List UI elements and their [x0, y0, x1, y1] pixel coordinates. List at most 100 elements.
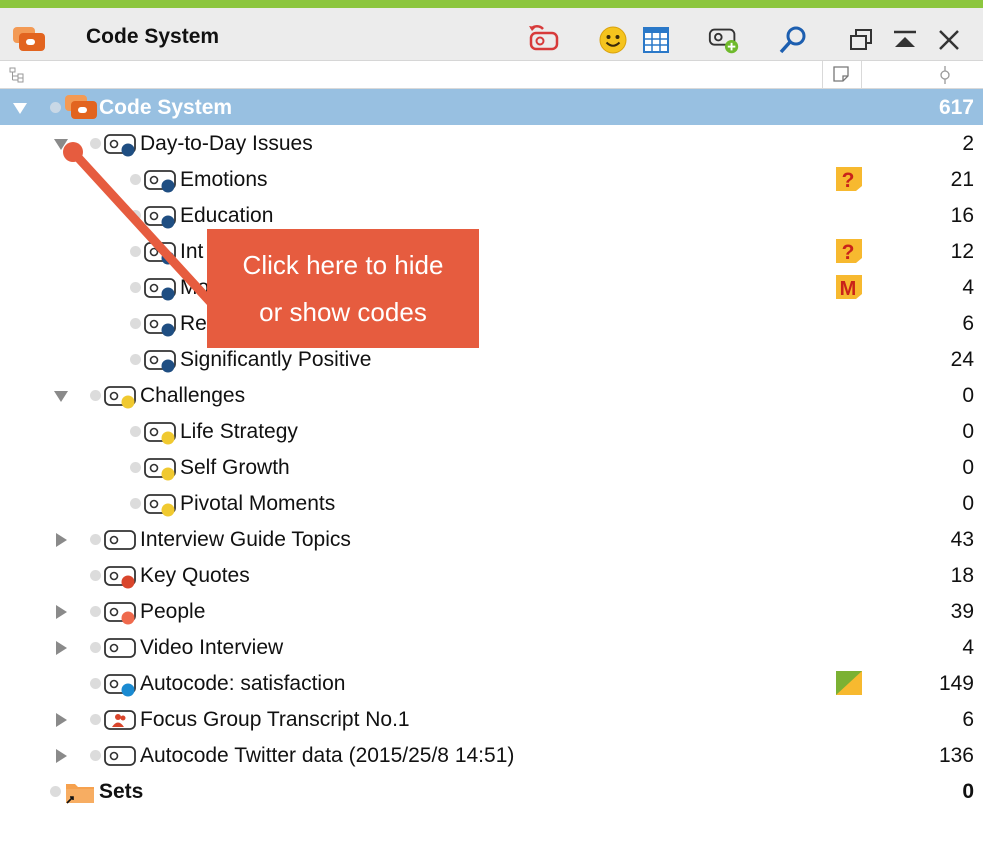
tree-row[interactable]: Pivotal Moments 0 — [0, 485, 983, 521]
code-label: Life Strategy — [180, 420, 298, 443]
tree-row[interactable]: Significantly Positive 24 — [0, 341, 983, 377]
code-count: 16 — [950, 204, 974, 227]
code-count: 24 — [950, 348, 974, 371]
green-memo-icon[interactable] — [835, 670, 863, 696]
column-separator[interactable] — [822, 61, 823, 88]
new-code-button[interactable] — [707, 23, 741, 57]
activation-dot[interactable] — [130, 354, 141, 365]
activation-dot[interactable] — [130, 246, 141, 257]
activation-dot[interactable] — [50, 786, 61, 797]
tree-row[interactable]: Day-to-Day Issues 2 — [0, 125, 983, 161]
activation-dot[interactable] — [130, 426, 141, 437]
tree-row[interactable]: Emotions? 21 — [0, 161, 983, 197]
question-memo-icon[interactable]: ? — [835, 166, 863, 192]
code-icon — [144, 206, 176, 229]
activation-column-icon[interactable] — [938, 65, 952, 85]
activation-dot[interactable] — [130, 282, 141, 293]
activation-dot[interactable] — [90, 678, 101, 689]
activation-dot[interactable] — [130, 174, 141, 185]
activation-dot[interactable] — [90, 570, 101, 581]
m-memo-icon[interactable]: M — [835, 274, 863, 300]
code-count: 0 — [962, 420, 974, 443]
folder-icon — [66, 784, 94, 804]
code-count: 39 — [950, 600, 974, 623]
tree-root-label: Code System — [99, 96, 233, 119]
collapse-triangle-icon[interactable] — [53, 712, 69, 728]
tree-row[interactable]: Self Growth 0 — [0, 449, 983, 485]
activation-dot[interactable] — [50, 102, 61, 113]
code-count: 6 — [962, 708, 974, 731]
code-label: Interview Guide Topics — [140, 528, 351, 551]
tree-row[interactable]: Autocode Twitter data (2015/25/8 14:51) 1… — [0, 737, 983, 773]
collapse-triangle-icon[interactable] — [53, 604, 69, 620]
activation-dot[interactable] — [130, 210, 141, 221]
tree-row[interactable]: Video Interview 4 — [0, 629, 983, 665]
tree-row[interactable]: Interview Guide Topics 43 — [0, 521, 983, 557]
undock-window-icon — [850, 29, 872, 50]
column-separator[interactable] — [861, 61, 862, 88]
code-icon — [104, 386, 136, 409]
activation-dot[interactable] — [90, 606, 101, 617]
svg-text:?: ? — [842, 241, 855, 264]
grid-table-button[interactable] — [639, 23, 673, 57]
code-label: Significantly Positive — [180, 348, 372, 371]
code-icon — [104, 602, 136, 625]
code-label: Challenges — [140, 384, 246, 407]
emoticon-button[interactable] — [596, 23, 630, 57]
sets-label: Sets — [99, 780, 144, 803]
activation-dot[interactable] — [90, 138, 101, 149]
code-label: Pivotal Moments — [180, 492, 336, 515]
search-icon — [779, 26, 806, 54]
expand-triangle-icon[interactable] — [12, 100, 28, 116]
activation-dot[interactable] — [130, 318, 141, 329]
undock-window-button[interactable] — [844, 23, 878, 57]
code-count: 43 — [950, 528, 974, 551]
code-icon — [104, 746, 136, 766]
tree-root-row[interactable]: Code System 617 — [0, 89, 983, 125]
callout-line: or show codes — [259, 297, 427, 327]
memo-column-icon[interactable] — [832, 65, 850, 83]
code-count: 6 — [962, 312, 974, 335]
activation-dot[interactable] — [90, 390, 101, 401]
code-count: 136 — [938, 744, 974, 767]
code-label: Re — [180, 312, 207, 335]
question-memo-icon[interactable]: ? — [835, 238, 863, 264]
tree-row[interactable]: Mo M 4 — [0, 269, 983, 305]
collapse-window-button[interactable] — [888, 23, 922, 57]
code-label: Day-to-Day Issues — [140, 132, 313, 155]
collapse-window-icon — [894, 30, 916, 47]
code-icon — [144, 242, 176, 265]
activation-dot[interactable] — [130, 462, 141, 473]
activation-dot[interactable] — [90, 534, 101, 545]
tree-row[interactable]: Re 6 — [0, 305, 983, 341]
search-button[interactable] — [776, 23, 810, 57]
activation-dot[interactable] — [90, 714, 101, 725]
collapse-triangle-icon[interactable] — [53, 532, 69, 548]
focus-group-code-icon — [104, 710, 136, 730]
column-header — [0, 61, 983, 89]
activation-dot[interactable] — [90, 750, 101, 761]
activation-dot[interactable] — [130, 498, 141, 509]
tree-row[interactable]: People 39 — [0, 593, 983, 629]
tree-row[interactable]: Autocode: satisfaction 149 — [0, 665, 983, 701]
close-window-button[interactable] — [932, 23, 966, 57]
code-count: 4 — [962, 636, 974, 659]
expand-triangle-icon[interactable] — [53, 136, 69, 152]
tree-row[interactable]: Life Strategy 0 — [0, 413, 983, 449]
code-label: Emotions — [180, 168, 268, 191]
expand-triangle-icon[interactable] — [53, 388, 69, 404]
tree-structure-icon[interactable] — [9, 67, 25, 83]
tree-row[interactable]: Key Quotes 18 — [0, 557, 983, 593]
tree-row[interactable]: Challenges 0 — [0, 377, 983, 413]
collapse-triangle-icon[interactable] — [53, 640, 69, 656]
collapse-triangle-icon[interactable] — [53, 748, 69, 764]
svg-text:M: M — [840, 278, 857, 300]
reset-activation-button[interactable] — [527, 23, 561, 57]
code-label: Video Interview — [140, 636, 284, 659]
activation-dot[interactable] — [90, 642, 101, 653]
tree-row[interactable]: Focus Group Transcript No.1 6 — [0, 701, 983, 737]
code-system-icon — [65, 95, 97, 119]
tree-row[interactable]: Education 16 — [0, 197, 983, 233]
sets-row[interactable]: Sets 0 — [0, 773, 983, 809]
tree-row[interactable]: Int? 12 — [0, 233, 983, 269]
